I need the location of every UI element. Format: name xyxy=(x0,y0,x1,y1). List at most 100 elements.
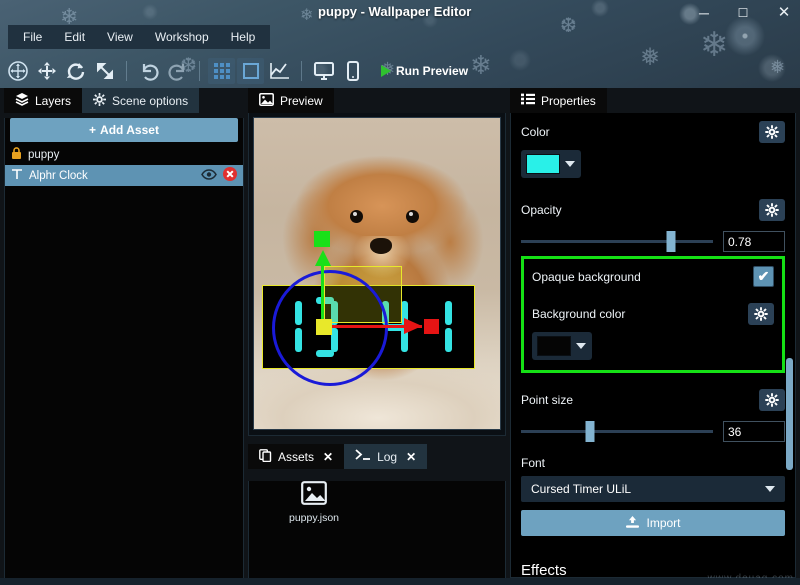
assets-body: puppy.json xyxy=(248,481,506,585)
opaque-background-checkbox[interactable]: ✔ xyxy=(753,266,774,287)
background-color-settings-button[interactable] xyxy=(748,303,774,325)
puppy-eye-left xyxy=(350,210,363,223)
preview-canvas[interactable] xyxy=(253,117,501,430)
properties-body: Color Opacity 0.78 Opaque background ✔ B… xyxy=(510,113,796,578)
gizmo-y-handle[interactable] xyxy=(314,231,330,247)
asset-item[interactable]: puppy.json xyxy=(281,481,347,524)
gear-icon xyxy=(93,92,107,109)
layer-row-alphr-clock[interactable]: Alphr Clock xyxy=(5,165,243,186)
tab-properties[interactable]: Properties xyxy=(510,88,607,113)
tab-log[interactable]: Log ✕ xyxy=(344,444,428,469)
background-color-label: Background color xyxy=(532,307,626,321)
title-bar: ❄ ❅ ❆ ❄ ❅ ❄ ❆ ❄ ❅ puppy - Wallpaper Edit… xyxy=(0,0,800,88)
undo-icon[interactable] xyxy=(135,58,162,84)
color-picker-button[interactable] xyxy=(521,150,581,178)
close-icon[interactable]: ✕ xyxy=(323,450,333,464)
image-icon xyxy=(301,481,327,508)
terminal-icon xyxy=(355,449,371,464)
puppy-nose xyxy=(370,238,392,254)
redo-icon[interactable] xyxy=(164,58,191,84)
wallpaper-editor-window: ❄ ❅ ❆ ❄ ❅ ❄ ❆ ❄ ❅ puppy - Wallpaper Edit… xyxy=(0,0,800,585)
snowflake-decoration: ❆ xyxy=(560,15,577,37)
import-icon xyxy=(625,515,640,532)
menu-item-edit[interactable]: Edit xyxy=(53,26,96,48)
point-size-settings-button[interactable] xyxy=(759,389,785,411)
close-icon[interactable]: ✕ xyxy=(406,450,416,464)
tab-scene-options-label: Scene options xyxy=(112,93,189,108)
color-swatch xyxy=(526,154,560,174)
monitor-icon[interactable] xyxy=(310,58,337,84)
background-swatch-row xyxy=(532,332,774,361)
opacity-row: Opacity xyxy=(521,199,785,221)
point-size-slider-handle[interactable] xyxy=(585,421,595,442)
color-label: Color xyxy=(521,125,550,139)
import-label: Import xyxy=(646,516,681,530)
opacity-value-input[interactable]: 0.78 xyxy=(723,231,785,252)
tab-preview[interactable]: Preview xyxy=(248,88,334,113)
color-row: Color xyxy=(521,121,785,143)
toolbar-separator xyxy=(301,61,302,81)
menu-item-view[interactable]: View xyxy=(96,26,144,48)
tab-log-label: Log xyxy=(377,449,398,464)
image-icon xyxy=(259,92,274,109)
opaque-background-row: Opaque background ✔ xyxy=(532,266,774,287)
tab-scene-options[interactable]: Scene options xyxy=(82,88,200,113)
background-color-picker-button[interactable] xyxy=(532,332,592,360)
menu-item-file[interactable]: File xyxy=(12,26,53,48)
scale-tool-icon[interactable] xyxy=(91,58,118,84)
add-asset-button[interactable]: + Add Asset xyxy=(10,118,238,142)
gizmo-center-handle[interactable] xyxy=(316,319,332,335)
minimize-button[interactable]: ─ xyxy=(690,3,718,23)
chevron-down-icon xyxy=(565,161,575,167)
gizmo-x-arrow-icon xyxy=(404,318,422,334)
tab-layers-label: Layers xyxy=(35,93,72,108)
select-tool-icon[interactable] xyxy=(4,58,31,84)
properties-tabs: Properties xyxy=(510,88,796,113)
color-swatch-row xyxy=(521,150,785,179)
import-button[interactable]: Import xyxy=(521,510,785,536)
point-size-value-input[interactable]: 36 xyxy=(723,421,785,442)
color-settings-button[interactable] xyxy=(759,121,785,143)
close-button[interactable]: ✕ xyxy=(770,3,798,23)
gizmo-x-handle[interactable] xyxy=(424,319,439,334)
tab-layers[interactable]: Layers xyxy=(4,88,83,113)
plus-icon: + xyxy=(89,123,97,137)
opacity-slider-handle[interactable] xyxy=(666,231,676,252)
preview-tabs: Preview xyxy=(248,88,506,113)
play-icon xyxy=(381,65,391,77)
layer-name: Alphr Clock xyxy=(29,169,88,182)
tab-assets[interactable]: Assets ✕ xyxy=(248,444,345,469)
layers-icon xyxy=(15,92,29,109)
move-tool-icon[interactable] xyxy=(33,58,60,84)
gizmo-y-arrow-icon xyxy=(315,250,331,266)
graph-icon[interactable] xyxy=(266,58,293,84)
run-preview-button[interactable]: Run Preview xyxy=(375,61,474,81)
font-select[interactable]: Cursed Timer ULiL xyxy=(521,476,785,502)
puppy-eye-right xyxy=(406,210,419,223)
properties-panel: Properties Color Opacity 0.78 Opaque bac… xyxy=(510,88,796,578)
rotate-tool-icon[interactable] xyxy=(62,58,89,84)
layer-actions xyxy=(201,167,237,184)
font-label: Font xyxy=(521,456,546,470)
point-size-slider[interactable] xyxy=(521,421,713,442)
menu-item-help[interactable]: Help xyxy=(220,26,267,48)
maximize-button[interactable]: ☐ xyxy=(729,3,757,23)
opacity-settings-button[interactable] xyxy=(759,199,785,221)
window-title: puppy - Wallpaper Editor xyxy=(318,4,472,19)
layer-row-puppy[interactable]: puppy xyxy=(5,144,243,165)
status-bar xyxy=(0,578,800,585)
eye-icon[interactable] xyxy=(201,168,217,183)
opacity-slider[interactable] xyxy=(521,231,713,252)
opacity-label: Opacity xyxy=(521,203,562,217)
point-size-label: Point size xyxy=(521,393,574,407)
properties-scrollbar[interactable] xyxy=(786,358,793,470)
menu-item-workshop[interactable]: Workshop xyxy=(144,26,220,48)
preview-panel: Preview Assets ✕ Log ✕ puppy.json xyxy=(248,88,506,585)
tab-preview-label: Preview xyxy=(280,93,323,108)
toolbar: Run Preview xyxy=(0,55,800,87)
phone-icon[interactable] xyxy=(339,58,366,84)
bounds-icon[interactable] xyxy=(237,58,264,84)
close-icon[interactable] xyxy=(223,167,237,184)
opacity-slider-row: 0.78 xyxy=(521,231,785,252)
grid-icon[interactable] xyxy=(208,58,235,84)
